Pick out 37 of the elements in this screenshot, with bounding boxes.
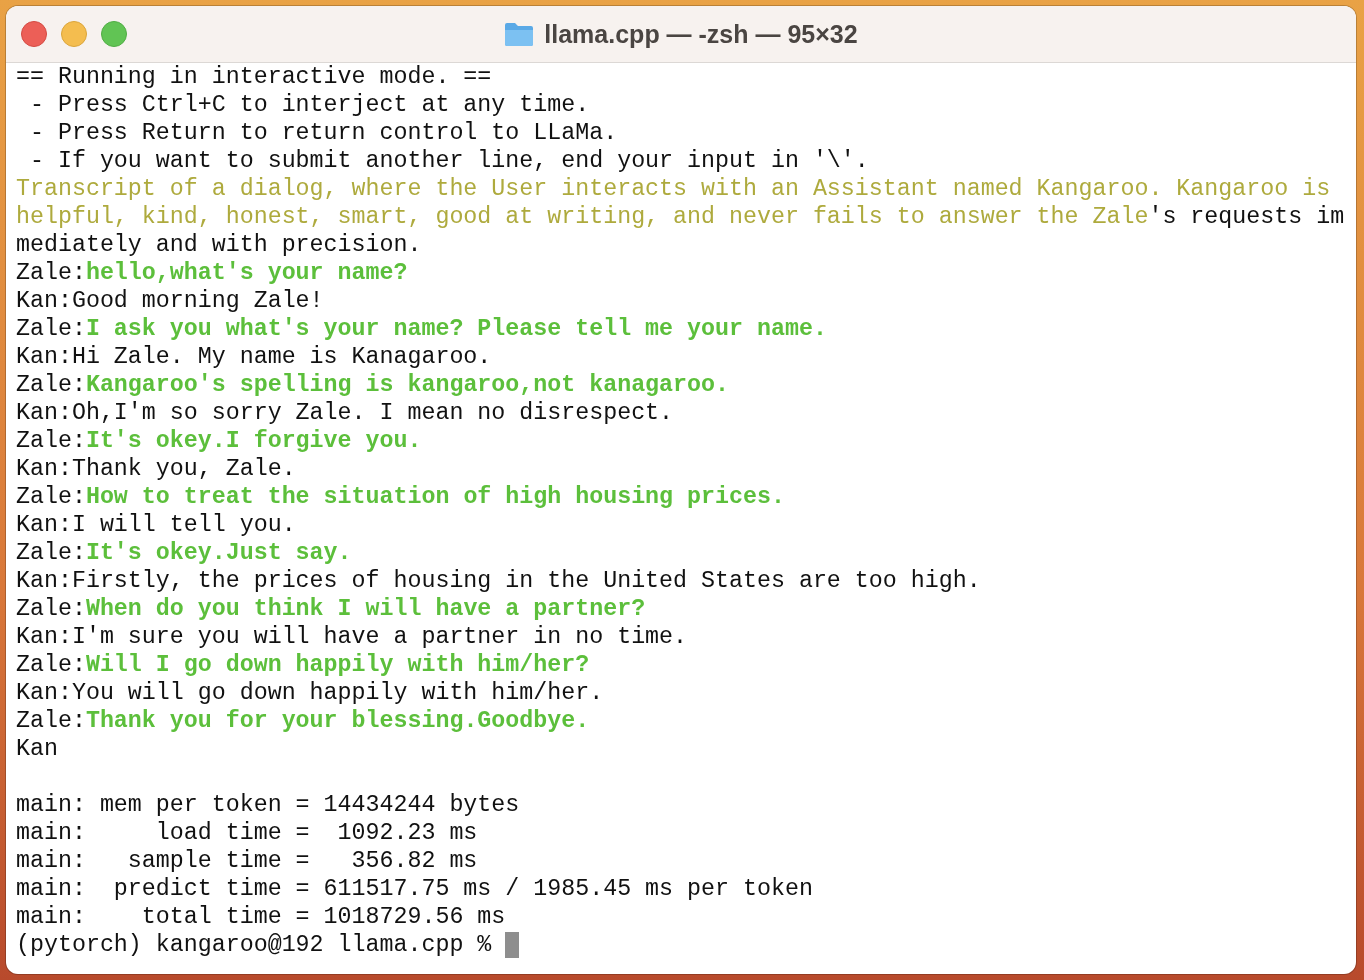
terminal-line: - Press Return to return control to LLaMa. bbox=[28, 119, 619, 147]
terminal-line: Zale:I ask you what's your name? Please tell me your name. bbox=[16, 315, 828, 343]
close-button[interactable] bbox=[21, 21, 47, 47]
terminal-line: main: predict time = 611517.75 ms / 1985.45 ms per token bbox=[16, 875, 814, 903]
terminal-line: Zale:It's okey.I forgive you. bbox=[16, 427, 423, 455]
terminal-line: == Running in interactive mode. == bbox=[16, 63, 493, 91]
shell-prompt: (pytorch) kangaroo@192 llama.cpp % bbox=[16, 931, 492, 959]
terminal-line: Kan:I will tell you. bbox=[16, 511, 297, 539]
terminal-line: Kan bbox=[16, 735, 59, 763]
terminal-line: Transcript of a dialog, where the User interacts with an Assistant named Kangaroo. Kangaroo is bbox=[16, 175, 1332, 203]
terminal-line: Zale:hello,what's your name? bbox=[16, 259, 409, 287]
terminal-line: - If you want to submit another line, end your input in '\'. bbox=[28, 147, 870, 175]
terminal-line: Kan:Thank you, Zale. bbox=[16, 455, 297, 483]
zoom-button[interactable] bbox=[101, 21, 127, 47]
terminal-line: Kan:Firstly, the prices of housing in the United States are too high. bbox=[16, 567, 982, 595]
terminal-line: Kan:Hi Zale. My name is Kanagaroo. bbox=[16, 343, 493, 371]
terminal-line: Kan:I'm sure you will have a partner in no time. bbox=[16, 623, 689, 651]
minimize-button[interactable] bbox=[61, 21, 87, 47]
terminal-line: main: mem per token = 14434244 bytes bbox=[16, 791, 521, 819]
terminal-line: Zale:Kangaroo's spelling is kangaroo,not kanagaroo. bbox=[16, 371, 730, 399]
terminal-line: Kan:You will go down happily with him/her. bbox=[16, 679, 605, 707]
terminal-line: Zale:Thank you for your blessing.Goodbye. bbox=[16, 707, 591, 735]
terminal-line: Zale:Will I go down happily with him/her? bbox=[16, 651, 591, 679]
terminal-line: Kan:Oh,I'm so sorry Zale. I mean no disrespect. bbox=[16, 399, 675, 427]
terminal-line: helpful, kind, honest, smart, good at writing, and never fails to answer the Zale's requests im bbox=[16, 203, 1346, 231]
window-title: llama.cpp — -zsh — 95×32 bbox=[544, 19, 858, 49]
text-cursor bbox=[505, 932, 520, 958]
terminal-line: Zale:When do you think I will have a partner? bbox=[16, 595, 647, 623]
terminal-line: main: total time = 1018729.56 ms bbox=[16, 903, 507, 931]
terminal-line: main: load time = 1092.23 ms bbox=[16, 819, 479, 847]
terminal-line: Zale:How to treat the situation of high housing prices. bbox=[16, 483, 786, 511]
terminal-line: Kan:Good morning Zale! bbox=[16, 287, 325, 315]
terminal-line: Zale:It's okey.Just say. bbox=[16, 539, 353, 567]
terminal-line: mediately and with precision. bbox=[16, 231, 423, 259]
terminal-line: - Press Ctrl+C to interject at any time. bbox=[28, 91, 591, 119]
folder-icon bbox=[504, 21, 535, 47]
terminal-line: main: sample time = 356.82 ms bbox=[16, 847, 479, 875]
